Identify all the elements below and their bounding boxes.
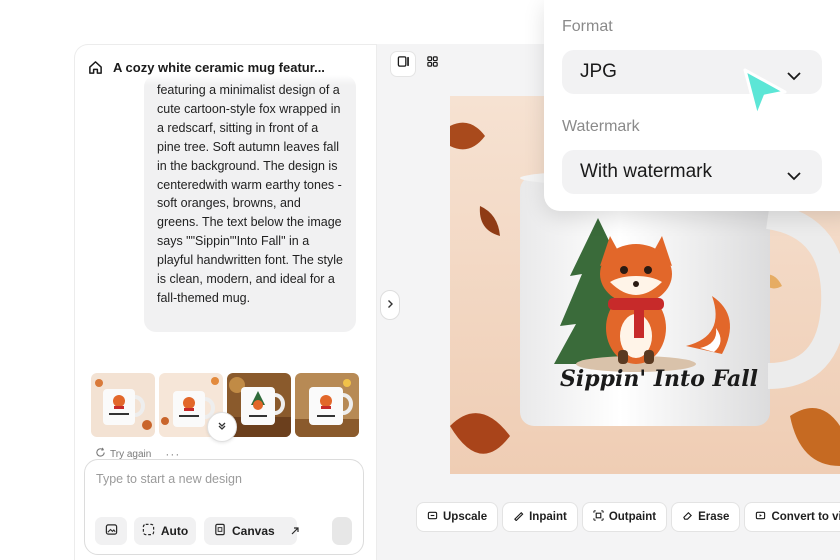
prompt-composer: Auto Canvas: [84, 459, 364, 555]
arrow-up-right-icon: [291, 524, 299, 538]
brush-icon: [513, 510, 524, 524]
prompt-input[interactable]: [96, 472, 346, 486]
image-icon: [105, 523, 118, 539]
upscale-icon: [427, 510, 438, 524]
collapse-toggle-button[interactable]: [380, 290, 400, 320]
auto-mode-button[interactable]: Auto: [134, 517, 196, 545]
chat-panel: A cozy white ceramic mug featur... featu…: [74, 44, 376, 560]
auto-icon: [142, 523, 155, 539]
auto-label: Auto: [160, 524, 189, 538]
chevron-down-icon: [786, 165, 802, 187]
image-upload-button[interactable]: [95, 517, 127, 545]
convert-to-video-button[interactable]: Convert to vi: [745, 503, 840, 531]
try-again-button[interactable]: Try again: [110, 449, 151, 460]
format-value: JPG: [580, 61, 617, 82]
video-icon: [755, 510, 766, 524]
home-icon[interactable]: [87, 59, 103, 75]
watermark-select[interactable]: With watermark: [562, 150, 822, 194]
format-label: Format: [562, 18, 613, 35]
thumbnail-1[interactable]: [91, 373, 155, 437]
inpaint-button[interactable]: Inpaint: [503, 503, 577, 531]
outpaint-button[interactable]: Outpaint: [582, 503, 667, 531]
eraser-icon: [682, 510, 693, 524]
scroll-down-button[interactable]: [207, 412, 237, 442]
thumbnail-4[interactable]: [295, 373, 359, 437]
chat-title: A cozy white ceramic mug featur...: [113, 59, 325, 75]
panel-divider: [376, 44, 377, 560]
watermark-value: With watermark: [580, 161, 712, 182]
mug-text: Sippin' Into Fall: [560, 366, 758, 392]
upscale-label: Upscale: [443, 511, 488, 523]
inpaint-label: Inpaint: [529, 511, 567, 523]
grid-view-icon: [426, 55, 439, 73]
send-button[interactable]: [332, 517, 352, 545]
outpaint-label: Outpaint: [608, 511, 657, 523]
canvas-mode-button[interactable]: Canvas: [204, 517, 299, 545]
convert-label: Convert to vi: [771, 511, 840, 523]
export-settings-popover: Format JPG Watermark With watermark: [544, 0, 840, 211]
prompt-bubble: featuring a minimalist design of a cute …: [144, 75, 356, 332]
single-view-icon: [397, 55, 410, 73]
double-chevron-down-icon: [217, 418, 227, 436]
grid-view-button[interactable]: [420, 52, 444, 76]
chevron-right-icon: [386, 296, 394, 314]
watermark-label: Watermark: [562, 118, 640, 135]
pointer-cursor-icon: [741, 66, 789, 125]
canvas-label: Canvas: [232, 524, 275, 538]
upscale-button[interactable]: Upscale: [417, 503, 498, 531]
erase-button[interactable]: Erase: [672, 503, 740, 531]
erase-label: Erase: [698, 511, 730, 523]
canvas-icon: [214, 523, 226, 539]
outpaint-icon: [593, 510, 604, 524]
single-view-button[interactable]: [391, 52, 415, 76]
image-toolbar: Upscale Inpaint Outpaint Erase Convert t…: [417, 503, 840, 531]
prompt-text: featuring a minimalist design of a cute …: [157, 83, 343, 305]
